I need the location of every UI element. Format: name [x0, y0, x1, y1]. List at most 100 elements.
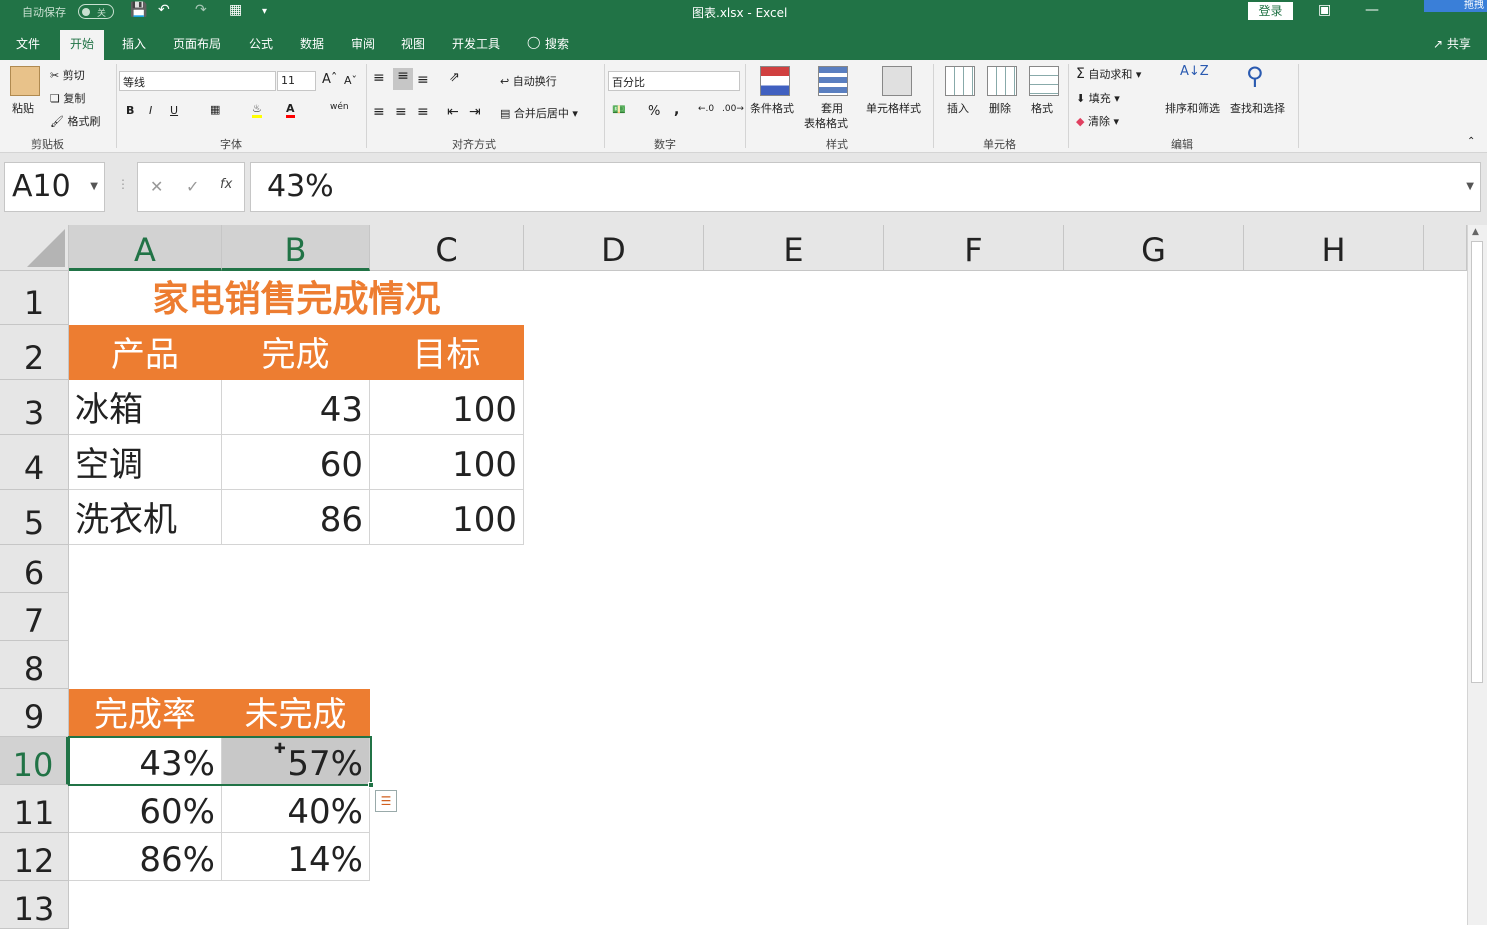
table1-cell[interactable]: 100 [370, 380, 524, 435]
clear-button[interactable]: ◆ 清除 ▾ [1076, 113, 1119, 129]
find-select-button[interactable]: 查找和选择 [1230, 100, 1285, 116]
cell-styles-icon[interactable] [882, 66, 912, 96]
copy-button[interactable]: ❏ 复制 [50, 90, 85, 106]
format-as-table-line2[interactable]: 表格格式 [804, 115, 848, 131]
conditional-format-button[interactable]: 条件格式 [750, 100, 794, 116]
quick-analysis-icon[interactable]: ☰ [375, 790, 397, 812]
row-header-3[interactable]: 3 [0, 380, 69, 435]
table1-header[interactable]: 产品 [69, 325, 222, 380]
align-bottom-icon[interactable]: ≡ [417, 72, 429, 88]
expand-formula-icon[interactable]: ▼ [1466, 181, 1474, 192]
table1-cell[interactable]: 100 [370, 435, 524, 490]
column-header-g[interactable]: G [1064, 225, 1244, 271]
table2-cell[interactable]: 14% [222, 833, 370, 881]
chevron-down-icon[interactable]: ▼ [90, 181, 98, 192]
tab-insert[interactable]: 插入 [122, 35, 146, 52]
table1-cell[interactable]: 洗衣机 [69, 490, 222, 545]
decrease-decimal-icon[interactable]: .00→ [722, 104, 744, 114]
border-icon[interactable]: ▦ [210, 103, 220, 116]
column-header-i[interactable] [1424, 225, 1467, 271]
drag-handle-icon[interactable]: ⋮ [117, 177, 129, 191]
merge-center-button[interactable]: ▤ 合并后居中 ▾ [500, 105, 578, 121]
comma-style-button[interactable]: , [674, 102, 679, 118]
paste-button[interactable]: 粘贴 [12, 100, 34, 116]
align-right-icon[interactable]: ≡ [417, 104, 429, 120]
sheet-title[interactable]: 家电销售完成情况 [69, 271, 524, 325]
row-header-8[interactable]: 8 [0, 641, 69, 689]
bold-button[interactable]: B [126, 104, 134, 117]
table2-cell[interactable]: 40% [222, 785, 370, 833]
tab-data[interactable]: 数据 [300, 35, 324, 52]
row-header-11[interactable]: 11 [0, 785, 69, 833]
row-header-9[interactable]: 9 [0, 689, 69, 737]
wrap-text-button[interactable]: ↩ 自动换行 [500, 73, 557, 89]
delete-cells-icon[interactable] [987, 66, 1017, 96]
minimize-icon[interactable]: — [1365, 2, 1379, 18]
scrollbar-thumb[interactable] [1471, 241, 1483, 683]
table1-header[interactable]: 完成 [222, 325, 370, 380]
paste-icon[interactable] [10, 66, 40, 96]
row-header-13[interactable]: 13 [0, 881, 69, 929]
row-header-6[interactable]: 6 [0, 545, 69, 593]
increase-indent-icon[interactable]: ⇥ [469, 104, 481, 120]
cancel-icon[interactable]: ✕ [150, 177, 163, 196]
select-all-button[interactable] [0, 225, 69, 271]
sort-filter-icon[interactable]: A↓Z [1180, 64, 1209, 79]
find-icon[interactable]: ⚲ [1246, 62, 1264, 90]
sort-filter-button[interactable]: 排序和筛选 [1165, 100, 1220, 116]
save-icon[interactable]: 💾 [130, 2, 147, 18]
insert-cells-icon[interactable] [945, 66, 975, 96]
table1-cell[interactable]: 空调 [69, 435, 222, 490]
align-center-icon[interactable]: ≡ [395, 104, 407, 120]
font-color-icon[interactable]: A [286, 102, 295, 118]
align-top-icon[interactable]: ≡ [373, 70, 385, 86]
name-box[interactable]: A10 ▼ [4, 162, 105, 212]
decrease-font-icon[interactable]: Aˇ [344, 74, 357, 87]
row-header-5[interactable]: 5 [0, 490, 69, 545]
row-header-2[interactable]: 2 [0, 325, 69, 380]
tab-file[interactable]: 文件 [16, 35, 40, 52]
customize-qat-icon[interactable]: ▾ [262, 6, 267, 17]
fill-handle[interactable] [368, 782, 374, 788]
align-left-icon[interactable]: ≡ [373, 104, 385, 120]
collapse-ribbon-icon[interactable]: ⌃ [1467, 136, 1475, 147]
decrease-indent-icon[interactable]: ⇤ [447, 104, 459, 120]
format-as-table-icon[interactable] [818, 66, 848, 96]
italic-button[interactable]: I [149, 104, 152, 117]
phonetic-icon[interactable]: wén [330, 102, 349, 112]
column-header-c[interactable]: C [370, 225, 524, 271]
format-cells-button[interactable]: 格式 [1031, 100, 1053, 116]
column-header-e[interactable]: E [704, 225, 884, 271]
undo-icon[interactable]: ↶ [158, 2, 170, 18]
print-preview-icon[interactable]: ▦ [229, 2, 242, 18]
conditional-format-icon[interactable] [760, 66, 790, 96]
vertical-scrollbar[interactable]: ▲ [1467, 225, 1487, 925]
orientation-icon[interactable]: ⇗ [449, 70, 460, 85]
tab-formulas[interactable]: 公式 [249, 35, 273, 52]
scroll-up-icon[interactable]: ▲ [1472, 227, 1479, 237]
row-header-4[interactable]: 4 [0, 435, 69, 490]
font-size-select[interactable]: 11 [277, 71, 316, 91]
row-header-7[interactable]: 7 [0, 593, 69, 641]
login-button[interactable]: 登录 [1248, 2, 1293, 20]
column-header-h[interactable]: H [1244, 225, 1424, 271]
formula-input[interactable]: 43% ▼ [250, 162, 1481, 212]
format-as-table-line1[interactable]: 套用 [821, 100, 843, 116]
delete-cells-button[interactable]: 删除 [989, 100, 1011, 116]
table2-header[interactable]: 未完成 [222, 689, 370, 737]
column-header-f[interactable]: F [884, 225, 1064, 271]
autosum-button[interactable]: Σ 自动求和 ▾ [1076, 66, 1141, 82]
increase-font-icon[interactable]: Aˆ [322, 72, 337, 87]
percent-style-button[interactable]: % [648, 104, 660, 119]
tab-page-layout[interactable]: 页面布局 [173, 35, 221, 52]
number-format-select[interactable]: 百分比 [608, 71, 740, 91]
row-header-12[interactable]: 12 [0, 833, 69, 881]
redo-icon[interactable]: ↷ [195, 2, 207, 18]
ribbon-display-icon[interactable]: ▣ [1318, 2, 1331, 18]
tab-developer[interactable]: 开发工具 [452, 35, 500, 52]
cell-styles-button[interactable]: 单元格样式 [866, 100, 921, 116]
fill-color-icon[interactable]: ♨ [252, 102, 262, 118]
table1-cell[interactable]: 86 [222, 490, 370, 545]
share-button[interactable]: ↗ 共享 [1433, 35, 1471, 52]
tab-review[interactable]: 审阅 [351, 35, 375, 52]
